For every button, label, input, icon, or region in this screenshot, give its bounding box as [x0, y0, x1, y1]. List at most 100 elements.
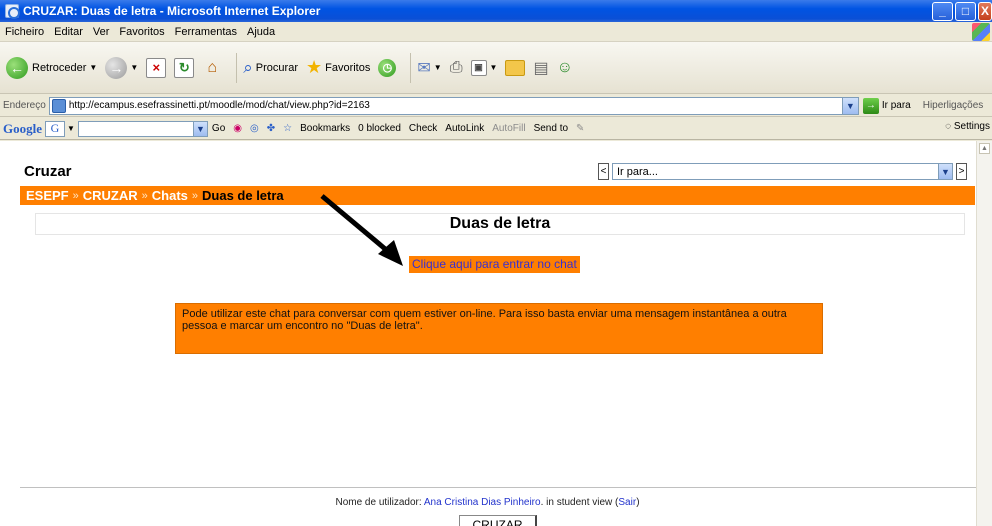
chevron-down-icon[interactable]: ▼: [130, 63, 138, 72]
forward-button[interactable]: → ▼: [105, 56, 138, 79]
chevron-down-icon[interactable]: ▼: [89, 63, 97, 72]
stop-button[interactable]: ×: [146, 57, 167, 78]
menu-file[interactable]: Ficheiro: [5, 26, 44, 38]
scroll-up-icon[interactable]: ▲: [979, 143, 990, 154]
breadcrumb-chats[interactable]: Chats: [152, 188, 188, 203]
history-button[interactable]: ◷: [378, 58, 397, 77]
favorites-button[interactable]: ★ Favoritos: [306, 57, 370, 78]
star-icon: ★: [305, 57, 323, 77]
chat-description: Pode utilizar este chat para conversar c…: [175, 303, 823, 354]
enter-chat-link[interactable]: Clique aqui para entrar no chat: [412, 257, 577, 271]
menu-tools[interactable]: Ferramentas: [175, 26, 237, 38]
refresh-icon: ↻: [174, 57, 195, 78]
breadcrumb-separator: »: [72, 189, 79, 202]
back-arrow-icon: ←: [6, 56, 28, 79]
autofill-button[interactable]: AutoFill: [492, 123, 525, 134]
edit-button[interactable]: ▣ ▼: [470, 59, 498, 76]
menu-bar: Ficheiro Editar Ver Favoritos Ferramenta…: [0, 22, 992, 42]
stop-icon: ×: [146, 57, 167, 78]
breadcrumb-separator: »: [141, 189, 148, 202]
breadcrumb-separator: »: [191, 189, 199, 202]
puzzle-icon[interactable]: ✤: [267, 123, 275, 134]
back-label: Retroceder: [32, 61, 87, 74]
chevron-down-icon[interactable]: ▼: [192, 121, 207, 136]
prev-activity-button[interactable]: <: [598, 163, 609, 180]
breadcrumb-esepf[interactable]: ESEPF: [26, 188, 69, 203]
jump-select[interactable]: Ir para... ▼: [612, 163, 953, 180]
settings-button[interactable]: ◌ Settings: [945, 121, 990, 132]
gear-icon: ◌: [945, 121, 952, 132]
research-icon: ▤: [533, 59, 549, 77]
chevron-down-icon[interactable]: ▼: [67, 124, 75, 133]
chevron-down-icon[interactable]: ▼: [434, 63, 442, 72]
menu-favorites[interactable]: Favoritos: [119, 26, 164, 38]
toolbar-divider: [410, 52, 412, 83]
search-icon: ⌕: [243, 57, 253, 77]
windows-logo-icon: [972, 23, 990, 41]
mail-button[interactable]: ✉ ▼: [417, 58, 441, 78]
spellcheck-button[interactable]: Check: [409, 123, 437, 134]
links-button[interactable]: Hiperligações: [923, 100, 984, 111]
course-home-button[interactable]: CRUZAR: [459, 515, 537, 526]
home-icon: ⌂: [207, 58, 218, 76]
user-profile-link[interactable]: Ana Cristina Dias Pinheiro: [424, 497, 541, 508]
address-url: http://ecampus.esefrassinetti.pt/moodle/…: [68, 100, 370, 111]
google-toolbar: Google G ▼ ▼ Go ◉ ◎ ✤ ☆ Bookmarks 0 bloc…: [0, 118, 992, 140]
maximize-button[interactable]: □: [955, 1, 976, 21]
popup-blocker-button[interactable]: 0 blocked: [358, 123, 401, 134]
menu-help[interactable]: Ajuda: [247, 26, 275, 38]
bookmarks-button[interactable]: Bookmarks: [300, 123, 350, 134]
chevron-down-icon[interactable]: ▼: [938, 164, 952, 179]
home-button[interactable]: ⌂: [202, 58, 222, 78]
google-menu-button[interactable]: G: [45, 120, 65, 137]
menu-view[interactable]: Ver: [93, 26, 110, 38]
settings-label: Settings: [953, 121, 990, 132]
go-button[interactable]: → Ir para: [862, 97, 911, 114]
messenger-button[interactable]: ☺: [557, 59, 573, 77]
print-button[interactable]: ⎙: [450, 59, 463, 77]
address-label: Endereço: [3, 100, 46, 111]
enter-chat-link-box: Clique aqui para entrar no chat: [409, 256, 580, 273]
window-titlebar: CRUZAR: Duas de letra - Microsoft Intern…: [0, 0, 992, 22]
refresh-button[interactable]: ↻: [174, 57, 195, 78]
menu-edit[interactable]: Editar: [54, 26, 83, 38]
arrow-head-icon: [378, 240, 403, 266]
favorites-label: Favoritos: [325, 61, 371, 74]
send-to-button[interactable]: Send to: [534, 123, 568, 134]
vertical-scrollbar[interactable]: ▲: [976, 141, 992, 526]
breadcrumb-cruzar[interactable]: CRUZAR: [83, 188, 138, 203]
jump-selected: Ir para...: [617, 165, 658, 178]
google-go-button[interactable]: Go: [212, 123, 225, 134]
address-input[interactable]: http://ecampus.esefrassinetti.pt/moodle/…: [48, 96, 859, 115]
page-icon: [51, 98, 66, 113]
google-logo[interactable]: Google: [3, 121, 42, 137]
minimize-button[interactable]: _: [932, 1, 953, 21]
news-icon[interactable]: ◎: [250, 123, 259, 134]
logout-link[interactable]: Sair: [618, 497, 636, 508]
login-suffix: . in student view (: [540, 497, 619, 508]
google-search-input[interactable]: ▼: [77, 120, 208, 137]
back-button[interactable]: ← Retroceder ▼: [6, 56, 97, 79]
pagerank-icon: ◉: [233, 123, 242, 134]
login-end: ): [636, 497, 640, 508]
mail-icon: ✉: [417, 59, 431, 77]
edit-icon: ▣: [470, 59, 487, 76]
next-activity-button[interactable]: >: [956, 163, 967, 180]
standard-toolbar: ← Retroceder ▼ → ▼ × ↻ ⌂ ⌕ Procurar ★ Fa…: [0, 42, 992, 94]
search-button[interactable]: ⌕ Procurar: [243, 58, 298, 78]
window-title: CRUZAR: Duas de letra - Microsoft Intern…: [23, 4, 321, 18]
close-button[interactable]: X: [978, 1, 992, 21]
chevron-down-icon[interactable]: ▼: [490, 63, 498, 72]
search-label: Procurar: [255, 61, 298, 74]
chevron-down-icon[interactable]: ▼: [841, 97, 858, 114]
jump-menu: < Ir para... ▼ >: [598, 163, 967, 180]
ie-icon: [5, 4, 20, 19]
highlight-icon[interactable]: ✎: [576, 123, 584, 134]
autolink-button[interactable]: AutoLink: [445, 123, 484, 134]
breadcrumb-current: Duas de letra: [202, 188, 284, 203]
folder-button[interactable]: [505, 59, 526, 76]
research-button[interactable]: ▤: [533, 58, 548, 78]
login-prefix: Nome de utilizador:: [335, 497, 422, 508]
folder-icon: [505, 59, 526, 76]
login-info: Nome de utilizador: Ana Cristina Dias Pi…: [0, 497, 975, 508]
